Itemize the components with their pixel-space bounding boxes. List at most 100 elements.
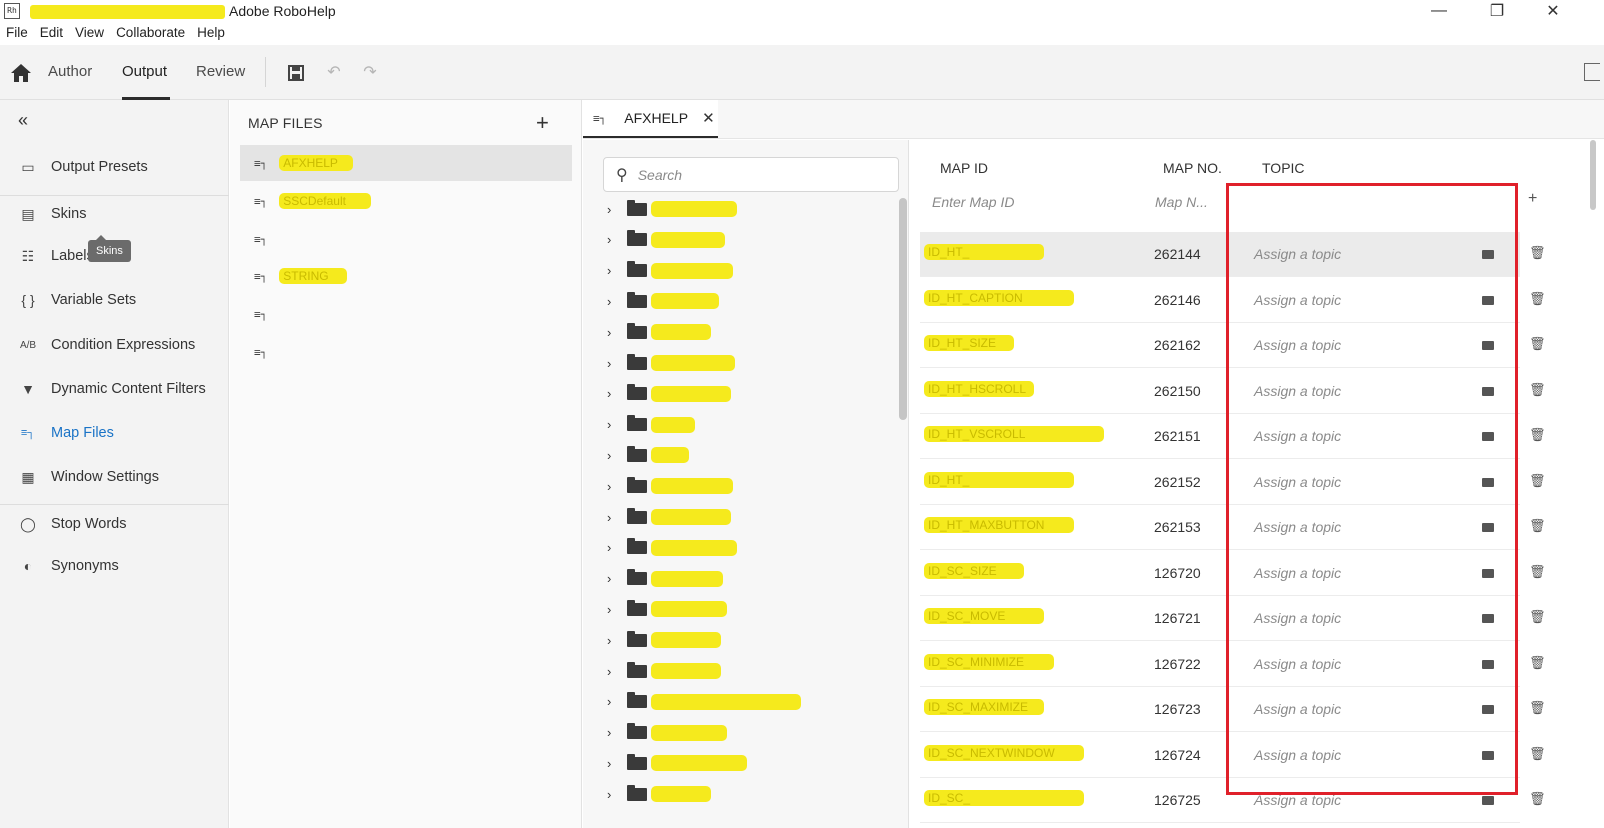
tree-folder-row[interactable]: › — [607, 748, 747, 778]
chevron-right-icon[interactable]: › — [607, 756, 621, 771]
table-row[interactable]: ID_SC_ 126725 Assign a topic — [920, 778, 1520, 823]
assign-topic-cell[interactable]: Assign a topic — [1254, 246, 1341, 262]
sidebar-item-skins[interactable]: ▤ Skins — [0, 192, 229, 236]
assign-topic-cell[interactable]: Assign a topic — [1254, 383, 1341, 399]
tab-output[interactable]: Output — [122, 63, 167, 80]
browse-folder-icon[interactable] — [1482, 341, 1494, 350]
map-id-cell[interactable]: ID_SC_SIZE — [924, 562, 1024, 579]
tree-folder-row[interactable]: › — [607, 286, 719, 316]
column-header-map-id[interactable]: MAP ID — [940, 160, 988, 176]
map-no-cell[interactable]: 262146 — [1154, 292, 1201, 308]
delete-row-icon[interactable]: 🗑 — [1529, 700, 1546, 716]
tree-folder-row[interactable]: › — [607, 779, 711, 809]
map-id-cell[interactable]: ID_SC_MINIMIZE — [924, 653, 1054, 670]
add-map-entry-button[interactable]: + — [1528, 190, 1537, 208]
browse-folder-icon[interactable] — [1482, 614, 1494, 623]
tree-scrollbar[interactable] — [899, 198, 907, 420]
assign-topic-cell[interactable]: Assign a topic — [1254, 292, 1341, 308]
map-no-cell[interactable]: 262162 — [1154, 337, 1201, 353]
tab-author[interactable]: Author — [48, 63, 92, 80]
chevron-right-icon[interactable]: › — [607, 232, 621, 247]
map-no-cell[interactable]: 262153 — [1154, 519, 1201, 535]
tree-folder-row[interactable]: › — [607, 256, 733, 286]
browse-folder-icon[interactable] — [1482, 796, 1494, 805]
assign-topic-cell[interactable]: Assign a topic — [1254, 792, 1341, 808]
map-no-cell[interactable]: 262151 — [1154, 428, 1201, 444]
map-id-cell[interactable]: ID_HT_MAXBUTTON — [924, 517, 1074, 533]
map-no-cell[interactable]: 126724 — [1154, 747, 1201, 763]
sidebar-item-map-files[interactable]: ≡┐ Map Files — [0, 411, 229, 455]
delete-row-icon[interactable]: 🗑 — [1529, 791, 1546, 807]
map-file-item[interactable]: ≡┐ — [240, 334, 572, 370]
chevron-right-icon[interactable]: › — [607, 633, 621, 648]
grid-scrollbar[interactable] — [1590, 140, 1596, 210]
tree-folder-row[interactable]: › — [607, 440, 689, 470]
tree-folder-row[interactable]: › — [607, 379, 731, 409]
map-file-item[interactable]: ≡┐ SSCDefault — [240, 183, 572, 219]
table-row[interactable]: ID_HT_ 262144 Assign a topic — [920, 232, 1520, 277]
chevron-right-icon[interactable]: › — [607, 602, 621, 617]
tree-folder-row[interactable]: › — [607, 194, 737, 224]
assign-topic-cell[interactable]: Assign a topic — [1254, 656, 1341, 672]
sidebar-item-window-settings[interactable]: ▦ Window Settings — [0, 455, 229, 499]
browse-folder-icon[interactable] — [1482, 659, 1494, 669]
map-id-input[interactable]: Enter Map ID — [932, 194, 1014, 210]
home-icon[interactable] — [10, 63, 32, 83]
chevron-right-icon[interactable]: › — [607, 510, 621, 525]
table-row[interactable]: ID_SC_MOVE 126721 Assign a topic — [920, 596, 1520, 641]
delete-row-icon[interactable]: 🗑 — [1529, 291, 1546, 307]
browse-folder-icon[interactable] — [1482, 386, 1494, 396]
sidebar-item-condition-expressions[interactable]: A/B Condition Expressions — [0, 323, 229, 367]
chevron-right-icon[interactable]: › — [607, 694, 621, 709]
browse-folder-icon[interactable] — [1482, 705, 1494, 714]
sidebar-item-stop-words[interactable]: ◯ Stop Words — [0, 502, 229, 546]
browse-folder-icon[interactable] — [1482, 750, 1494, 760]
map-id-cell[interactable]: ID_SC_NEXTWINDOW — [924, 744, 1084, 761]
delete-row-icon[interactable]: 🗑 — [1529, 382, 1546, 398]
map-file-item[interactable]: ≡┐ AFXHELP — [240, 145, 572, 181]
chevron-right-icon[interactable]: › — [607, 356, 621, 371]
map-id-cell[interactable]: ID_HT_ — [924, 471, 1074, 488]
map-no-cell[interactable]: 262152 — [1154, 474, 1201, 490]
sidebar-item-dynamic-content-filters[interactable]: ▼ Dynamic Content Filters — [0, 367, 229, 411]
browse-folder-icon[interactable] — [1482, 568, 1494, 578]
assign-topic-cell[interactable]: Assign a topic — [1254, 337, 1341, 353]
browse-folder-icon[interactable] — [1482, 295, 1494, 305]
map-no-cell[interactable]: 262144 — [1154, 246, 1201, 262]
chevron-right-icon[interactable]: › — [607, 294, 621, 309]
tree-folder-row[interactable]: › — [607, 502, 731, 532]
tree-folder-row[interactable]: › — [607, 317, 711, 347]
browse-folder-icon[interactable] — [1482, 250, 1494, 259]
table-row[interactable]: ID_HT_ 262152 Assign a topic — [920, 460, 1520, 505]
chevron-right-icon[interactable]: › — [607, 479, 621, 494]
table-row[interactable]: ID_SC_NEXTWINDOW 126724 Assign a topic — [920, 733, 1520, 778]
table-row[interactable]: ID_HT_SIZE 262162 Assign a topic — [920, 323, 1520, 368]
save-icon[interactable] — [286, 63, 306, 83]
sidebar-item-synonyms[interactable]: ◐ Synonyms — [0, 544, 229, 588]
tree-folder-row[interactable]: › — [607, 533, 737, 563]
chevron-right-icon[interactable]: › — [607, 787, 621, 802]
chevron-right-icon[interactable]: › — [607, 571, 621, 586]
menu-edit[interactable]: Edit — [34, 23, 69, 45]
browse-folder-icon[interactable] — [1482, 523, 1494, 532]
tree-folder-row[interactable]: › — [607, 656, 721, 686]
tree-folder-row[interactable]: › — [607, 410, 695, 440]
chevron-right-icon[interactable]: › — [607, 417, 621, 432]
chevron-right-icon[interactable]: › — [607, 202, 621, 217]
document-tab-afxhelp[interactable]: ≡┐ AFXHELP ✕ — [583, 100, 718, 138]
table-row[interactable]: ID_HT_MAXBUTTON 262153 Assign a topic — [920, 505, 1520, 550]
chevron-right-icon[interactable]: › — [607, 540, 621, 555]
table-row[interactable]: ID_HT_HSCROLL 262150 Assign a topic — [920, 369, 1520, 414]
assign-topic-cell[interactable]: Assign a topic — [1254, 747, 1341, 763]
tree-folder-row[interactable]: › — [607, 564, 723, 594]
delete-row-icon[interactable]: 🗑 — [1529, 564, 1546, 580]
tree-folder-row[interactable]: › — [607, 348, 735, 378]
undo-icon[interactable]: ↶ — [324, 63, 344, 83]
menu-help[interactable]: Help — [191, 23, 231, 45]
delete-row-icon[interactable]: 🗑 — [1529, 473, 1546, 489]
map-id-cell[interactable]: ID_HT_ — [924, 244, 1044, 260]
minimize-icon[interactable]: — — [1416, 0, 1462, 22]
tree-folder-row[interactable]: › — [607, 471, 733, 501]
menu-file[interactable]: File — [0, 23, 34, 45]
table-row[interactable]: ID_SC_MINIMIZE 126722 Assign a topic — [920, 642, 1520, 687]
